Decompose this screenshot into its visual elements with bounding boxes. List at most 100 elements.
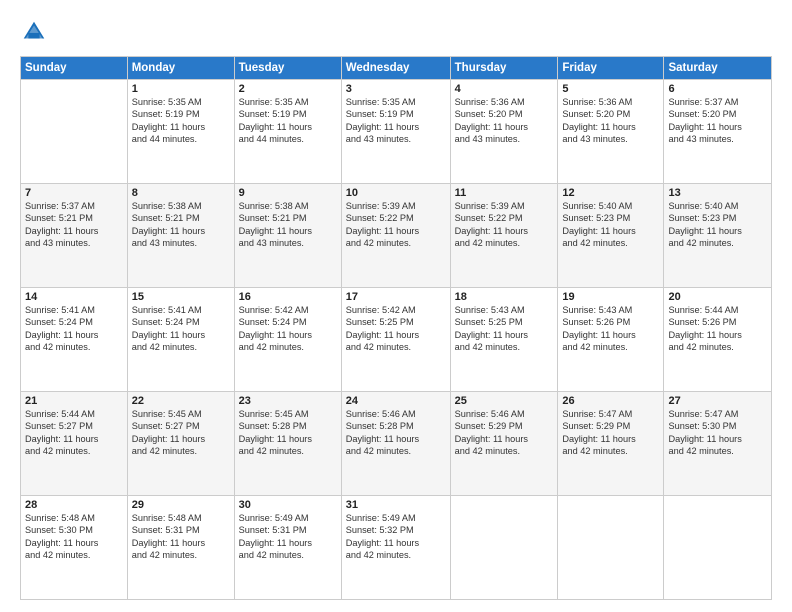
day-number: 14 — [25, 291, 123, 303]
day-info: Sunrise: 5:36 AM Sunset: 5:20 PM Dayligh… — [562, 96, 659, 146]
calendar-cell: 18Sunrise: 5:43 AM Sunset: 5:25 PM Dayli… — [450, 288, 558, 392]
calendar-cell: 25Sunrise: 5:46 AM Sunset: 5:29 PM Dayli… — [450, 392, 558, 496]
calendar-cell: 20Sunrise: 5:44 AM Sunset: 5:26 PM Dayli… — [664, 288, 772, 392]
col-header-friday: Friday — [558, 57, 664, 80]
day-info: Sunrise: 5:39 AM Sunset: 5:22 PM Dayligh… — [455, 200, 554, 250]
day-info: Sunrise: 5:38 AM Sunset: 5:21 PM Dayligh… — [132, 200, 230, 250]
day-number: 6 — [668, 83, 767, 95]
col-header-tuesday: Tuesday — [234, 57, 341, 80]
calendar-cell: 14Sunrise: 5:41 AM Sunset: 5:24 PM Dayli… — [21, 288, 128, 392]
day-number: 23 — [239, 395, 337, 407]
day-info: Sunrise: 5:42 AM Sunset: 5:24 PM Dayligh… — [239, 304, 337, 354]
day-number: 8 — [132, 187, 230, 199]
day-info: Sunrise: 5:49 AM Sunset: 5:32 PM Dayligh… — [346, 512, 446, 562]
day-info: Sunrise: 5:49 AM Sunset: 5:31 PM Dayligh… — [239, 512, 337, 562]
logo — [20, 18, 52, 46]
day-info: Sunrise: 5:41 AM Sunset: 5:24 PM Dayligh… — [25, 304, 123, 354]
col-header-thursday: Thursday — [450, 57, 558, 80]
day-info: Sunrise: 5:41 AM Sunset: 5:24 PM Dayligh… — [132, 304, 230, 354]
calendar-cell — [21, 80, 128, 184]
calendar-cell: 8Sunrise: 5:38 AM Sunset: 5:21 PM Daylig… — [127, 184, 234, 288]
calendar-cell: 31Sunrise: 5:49 AM Sunset: 5:32 PM Dayli… — [341, 496, 450, 600]
day-number: 7 — [25, 187, 123, 199]
calendar-header-row: SundayMondayTuesdayWednesdayThursdayFrid… — [21, 57, 772, 80]
calendar-cell: 27Sunrise: 5:47 AM Sunset: 5:30 PM Dayli… — [664, 392, 772, 496]
calendar-cell: 5Sunrise: 5:36 AM Sunset: 5:20 PM Daylig… — [558, 80, 664, 184]
day-number: 20 — [668, 291, 767, 303]
calendar-cell: 29Sunrise: 5:48 AM Sunset: 5:31 PM Dayli… — [127, 496, 234, 600]
day-number: 11 — [455, 187, 554, 199]
col-header-sunday: Sunday — [21, 57, 128, 80]
day-info: Sunrise: 5:45 AM Sunset: 5:28 PM Dayligh… — [239, 408, 337, 458]
day-info: Sunrise: 5:38 AM Sunset: 5:21 PM Dayligh… — [239, 200, 337, 250]
calendar-cell: 24Sunrise: 5:46 AM Sunset: 5:28 PM Dayli… — [341, 392, 450, 496]
calendar-cell: 1Sunrise: 5:35 AM Sunset: 5:19 PM Daylig… — [127, 80, 234, 184]
page: SundayMondayTuesdayWednesdayThursdayFrid… — [0, 0, 792, 612]
calendar-cell: 12Sunrise: 5:40 AM Sunset: 5:23 PM Dayli… — [558, 184, 664, 288]
day-info: Sunrise: 5:47 AM Sunset: 5:29 PM Dayligh… — [562, 408, 659, 458]
col-header-saturday: Saturday — [664, 57, 772, 80]
day-info: Sunrise: 5:43 AM Sunset: 5:25 PM Dayligh… — [455, 304, 554, 354]
calendar-cell: 30Sunrise: 5:49 AM Sunset: 5:31 PM Dayli… — [234, 496, 341, 600]
day-info: Sunrise: 5:42 AM Sunset: 5:25 PM Dayligh… — [346, 304, 446, 354]
day-info: Sunrise: 5:37 AM Sunset: 5:20 PM Dayligh… — [668, 96, 767, 146]
day-info: Sunrise: 5:35 AM Sunset: 5:19 PM Dayligh… — [132, 96, 230, 146]
day-info: Sunrise: 5:47 AM Sunset: 5:30 PM Dayligh… — [668, 408, 767, 458]
calendar-cell: 21Sunrise: 5:44 AM Sunset: 5:27 PM Dayli… — [21, 392, 128, 496]
calendar-cell: 6Sunrise: 5:37 AM Sunset: 5:20 PM Daylig… — [664, 80, 772, 184]
day-number: 16 — [239, 291, 337, 303]
day-number: 24 — [346, 395, 446, 407]
day-number: 9 — [239, 187, 337, 199]
day-number: 4 — [455, 83, 554, 95]
day-number: 27 — [668, 395, 767, 407]
calendar-cell: 11Sunrise: 5:39 AM Sunset: 5:22 PM Dayli… — [450, 184, 558, 288]
day-info: Sunrise: 5:44 AM Sunset: 5:27 PM Dayligh… — [25, 408, 123, 458]
day-info: Sunrise: 5:48 AM Sunset: 5:31 PM Dayligh… — [132, 512, 230, 562]
day-number: 5 — [562, 83, 659, 95]
day-number: 3 — [346, 83, 446, 95]
day-info: Sunrise: 5:35 AM Sunset: 5:19 PM Dayligh… — [239, 96, 337, 146]
calendar-cell: 17Sunrise: 5:42 AM Sunset: 5:25 PM Dayli… — [341, 288, 450, 392]
calendar-cell: 26Sunrise: 5:47 AM Sunset: 5:29 PM Dayli… — [558, 392, 664, 496]
day-number: 30 — [239, 499, 337, 511]
day-number: 18 — [455, 291, 554, 303]
calendar-cell: 16Sunrise: 5:42 AM Sunset: 5:24 PM Dayli… — [234, 288, 341, 392]
col-header-wednesday: Wednesday — [341, 57, 450, 80]
day-info: Sunrise: 5:48 AM Sunset: 5:30 PM Dayligh… — [25, 512, 123, 562]
day-info: Sunrise: 5:45 AM Sunset: 5:27 PM Dayligh… — [132, 408, 230, 458]
day-info: Sunrise: 5:46 AM Sunset: 5:28 PM Dayligh… — [346, 408, 446, 458]
day-number: 19 — [562, 291, 659, 303]
col-header-monday: Monday — [127, 57, 234, 80]
calendar-cell: 15Sunrise: 5:41 AM Sunset: 5:24 PM Dayli… — [127, 288, 234, 392]
calendar-cell: 19Sunrise: 5:43 AM Sunset: 5:26 PM Dayli… — [558, 288, 664, 392]
day-number: 15 — [132, 291, 230, 303]
day-number: 22 — [132, 395, 230, 407]
day-info: Sunrise: 5:40 AM Sunset: 5:23 PM Dayligh… — [668, 200, 767, 250]
day-number: 1 — [132, 83, 230, 95]
calendar-cell: 28Sunrise: 5:48 AM Sunset: 5:30 PM Dayli… — [21, 496, 128, 600]
calendar-cell — [558, 496, 664, 600]
calendar-week-row: 28Sunrise: 5:48 AM Sunset: 5:30 PM Dayli… — [21, 496, 772, 600]
calendar-week-row: 21Sunrise: 5:44 AM Sunset: 5:27 PM Dayli… — [21, 392, 772, 496]
calendar-cell — [450, 496, 558, 600]
day-number: 28 — [25, 499, 123, 511]
calendar-cell: 23Sunrise: 5:45 AM Sunset: 5:28 PM Dayli… — [234, 392, 341, 496]
day-info: Sunrise: 5:36 AM Sunset: 5:20 PM Dayligh… — [455, 96, 554, 146]
day-info: Sunrise: 5:39 AM Sunset: 5:22 PM Dayligh… — [346, 200, 446, 250]
day-number: 12 — [562, 187, 659, 199]
day-number: 31 — [346, 499, 446, 511]
day-number: 10 — [346, 187, 446, 199]
header — [20, 18, 772, 46]
calendar-cell: 13Sunrise: 5:40 AM Sunset: 5:23 PM Dayli… — [664, 184, 772, 288]
day-number: 17 — [346, 291, 446, 303]
day-info: Sunrise: 5:44 AM Sunset: 5:26 PM Dayligh… — [668, 304, 767, 354]
calendar-table: SundayMondayTuesdayWednesdayThursdayFrid… — [20, 56, 772, 600]
calendar-week-row: 1Sunrise: 5:35 AM Sunset: 5:19 PM Daylig… — [21, 80, 772, 184]
day-info: Sunrise: 5:37 AM Sunset: 5:21 PM Dayligh… — [25, 200, 123, 250]
day-number: 13 — [668, 187, 767, 199]
day-number: 21 — [25, 395, 123, 407]
day-info: Sunrise: 5:40 AM Sunset: 5:23 PM Dayligh… — [562, 200, 659, 250]
calendar-cell: 7Sunrise: 5:37 AM Sunset: 5:21 PM Daylig… — [21, 184, 128, 288]
day-number: 2 — [239, 83, 337, 95]
day-info: Sunrise: 5:43 AM Sunset: 5:26 PM Dayligh… — [562, 304, 659, 354]
